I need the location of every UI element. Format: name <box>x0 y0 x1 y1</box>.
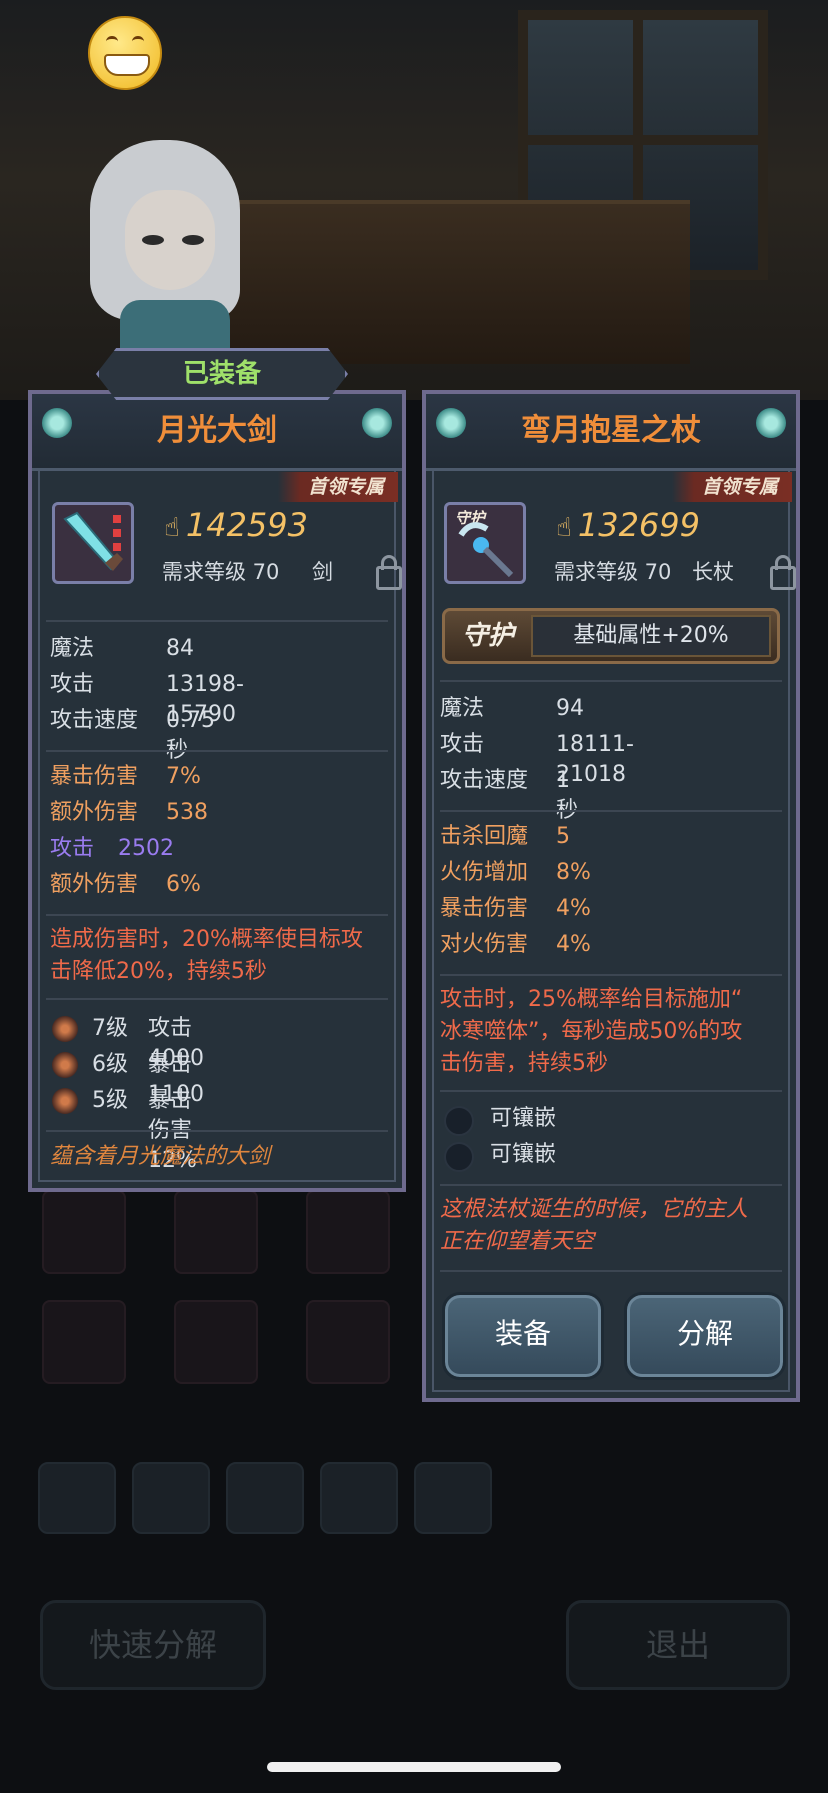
socket-label: 可镶嵌 <box>490 1142 557 1167</box>
flavor-text: 这根法杖诞生的时候，它的主人 正在仰望着天空 <box>440 1197 749 1254</box>
inventory-slot[interactable] <box>174 1300 258 1384</box>
stat-row: 攻击 18111-21018 <box>440 732 634 787</box>
dismantle-button[interactable]: 分解 <box>624 1292 786 1380</box>
bonus-stat-row: 击杀回魔 5 <box>440 824 570 849</box>
corner-ornament-icon <box>362 408 392 438</box>
equipped-item-card: 月光大剑 首领专属 ☝ 142593 需求等级 70 剑 魔法 84 攻击 13198… <box>28 390 406 1192</box>
quick-dismantle-button[interactable]: 快速分解 <box>40 1600 266 1690</box>
weapon-type: 长杖 <box>692 560 734 584</box>
inventory-slot[interactable] <box>306 1300 390 1384</box>
boss-exclusive-ribbon: 首领专属 <box>277 472 398 502</box>
bonus-stat-row: 暴击伤害 7% <box>50 764 201 789</box>
gem-row: 6级 暴击 1100 <box>92 1052 204 1107</box>
empty-socket-icon <box>444 1106 474 1136</box>
bonus-stat-row: 额外伤害 6% <box>50 872 201 897</box>
bonus-stat-row: 额外伤害 538 <box>50 800 208 825</box>
home-indicator[interactable] <box>267 1762 561 1772</box>
power-hand-icon: ☝ <box>164 513 180 543</box>
character-portrait <box>80 120 250 390</box>
gem-icon <box>52 1088 78 1114</box>
stat-row: 攻击速度 0.75秒 <box>50 708 215 763</box>
guard-value: 基础属性+20% <box>531 615 771 657</box>
bonus-stat-row: 攻击 2502 <box>50 836 174 861</box>
compare-item-card: 弯月抱星之杖 首领专属 守护 ☝ 132699 需求等级 70 长杖 守护 基础属… <box>422 390 800 1402</box>
inventory-slot[interactable] <box>306 1190 390 1274</box>
filter-material-button[interactable] <box>320 1462 398 1534</box>
power-hand-icon: ☝ <box>556 513 572 543</box>
stat-row: 攻击 13198-15790 <box>50 672 244 727</box>
required-level: 需求等级 70 <box>554 560 672 584</box>
filter-pet-button[interactable] <box>132 1462 210 1534</box>
guard-affix: 守护 基础属性+20% <box>442 608 780 664</box>
power-score: ☝ 132699 <box>556 506 700 544</box>
equipped-badge: 已装备 <box>96 348 348 400</box>
effect-description: 攻击时，25%概率给目标施加“ 冰寒噬体”，每秒造成50%的攻 击伤害，持续5秒 <box>440 987 743 1076</box>
stat-row: 攻击速度 1秒 <box>440 768 579 823</box>
staff-item-icon[interactable]: 守护 <box>444 502 526 584</box>
stat-row: 魔法 84 <box>50 636 194 661</box>
item-title: 弯月抱星之杖 <box>426 394 796 471</box>
lock-icon[interactable] <box>770 555 796 590</box>
boss-exclusive-ribbon: 首领专属 <box>671 472 792 502</box>
inventory-slot[interactable] <box>42 1190 126 1274</box>
grinning-emoji-icon[interactable] <box>88 16 162 90</box>
required-level: 需求等级 70 <box>162 560 280 584</box>
filter-chest-button[interactable] <box>414 1462 492 1534</box>
weapon-type: 剑 <box>312 560 333 584</box>
socket-label: 可镶嵌 <box>490 1106 557 1131</box>
filter-weapon-button[interactable] <box>38 1462 116 1534</box>
bonus-stat-row: 暴击伤害 4% <box>440 896 591 921</box>
inventory-slot[interactable] <box>174 1190 258 1274</box>
bonus-stat-row: 对火伤害 4% <box>440 932 591 957</box>
empty-socket-icon <box>444 1142 474 1172</box>
filter-gem-button[interactable] <box>226 1462 304 1534</box>
lock-icon[interactable] <box>376 555 402 590</box>
corner-ornament-icon <box>42 408 72 438</box>
inventory-slot[interactable] <box>42 1300 126 1384</box>
corner-ornament-icon <box>436 408 466 438</box>
equip-button[interactable]: 装备 <box>442 1292 604 1380</box>
effect-description: 造成伤害时，20%概率使目标攻 击降低20%，持续5秒 <box>50 927 363 984</box>
gem-icon <box>52 1016 78 1042</box>
guard-tag: 守护 <box>461 621 514 651</box>
sword-item-icon[interactable] <box>52 502 134 584</box>
stat-row: 魔法 94 <box>440 696 584 721</box>
corner-ornament-icon <box>756 408 786 438</box>
gem-icon <box>52 1052 78 1078</box>
flavor-text: 蕴含着月光魔法的大剑 <box>50 1144 271 1169</box>
item-title: 月光大剑 <box>32 394 402 471</box>
gem-row: 7级 攻击 4000 <box>92 1016 204 1071</box>
power-score: ☝ 142593 <box>164 506 308 544</box>
gem-row: 5级 暴击伤害 12% <box>92 1088 197 1173</box>
exit-button[interactable]: 退出 <box>566 1600 790 1690</box>
bonus-stat-row: 火伤增加 8% <box>440 860 591 885</box>
